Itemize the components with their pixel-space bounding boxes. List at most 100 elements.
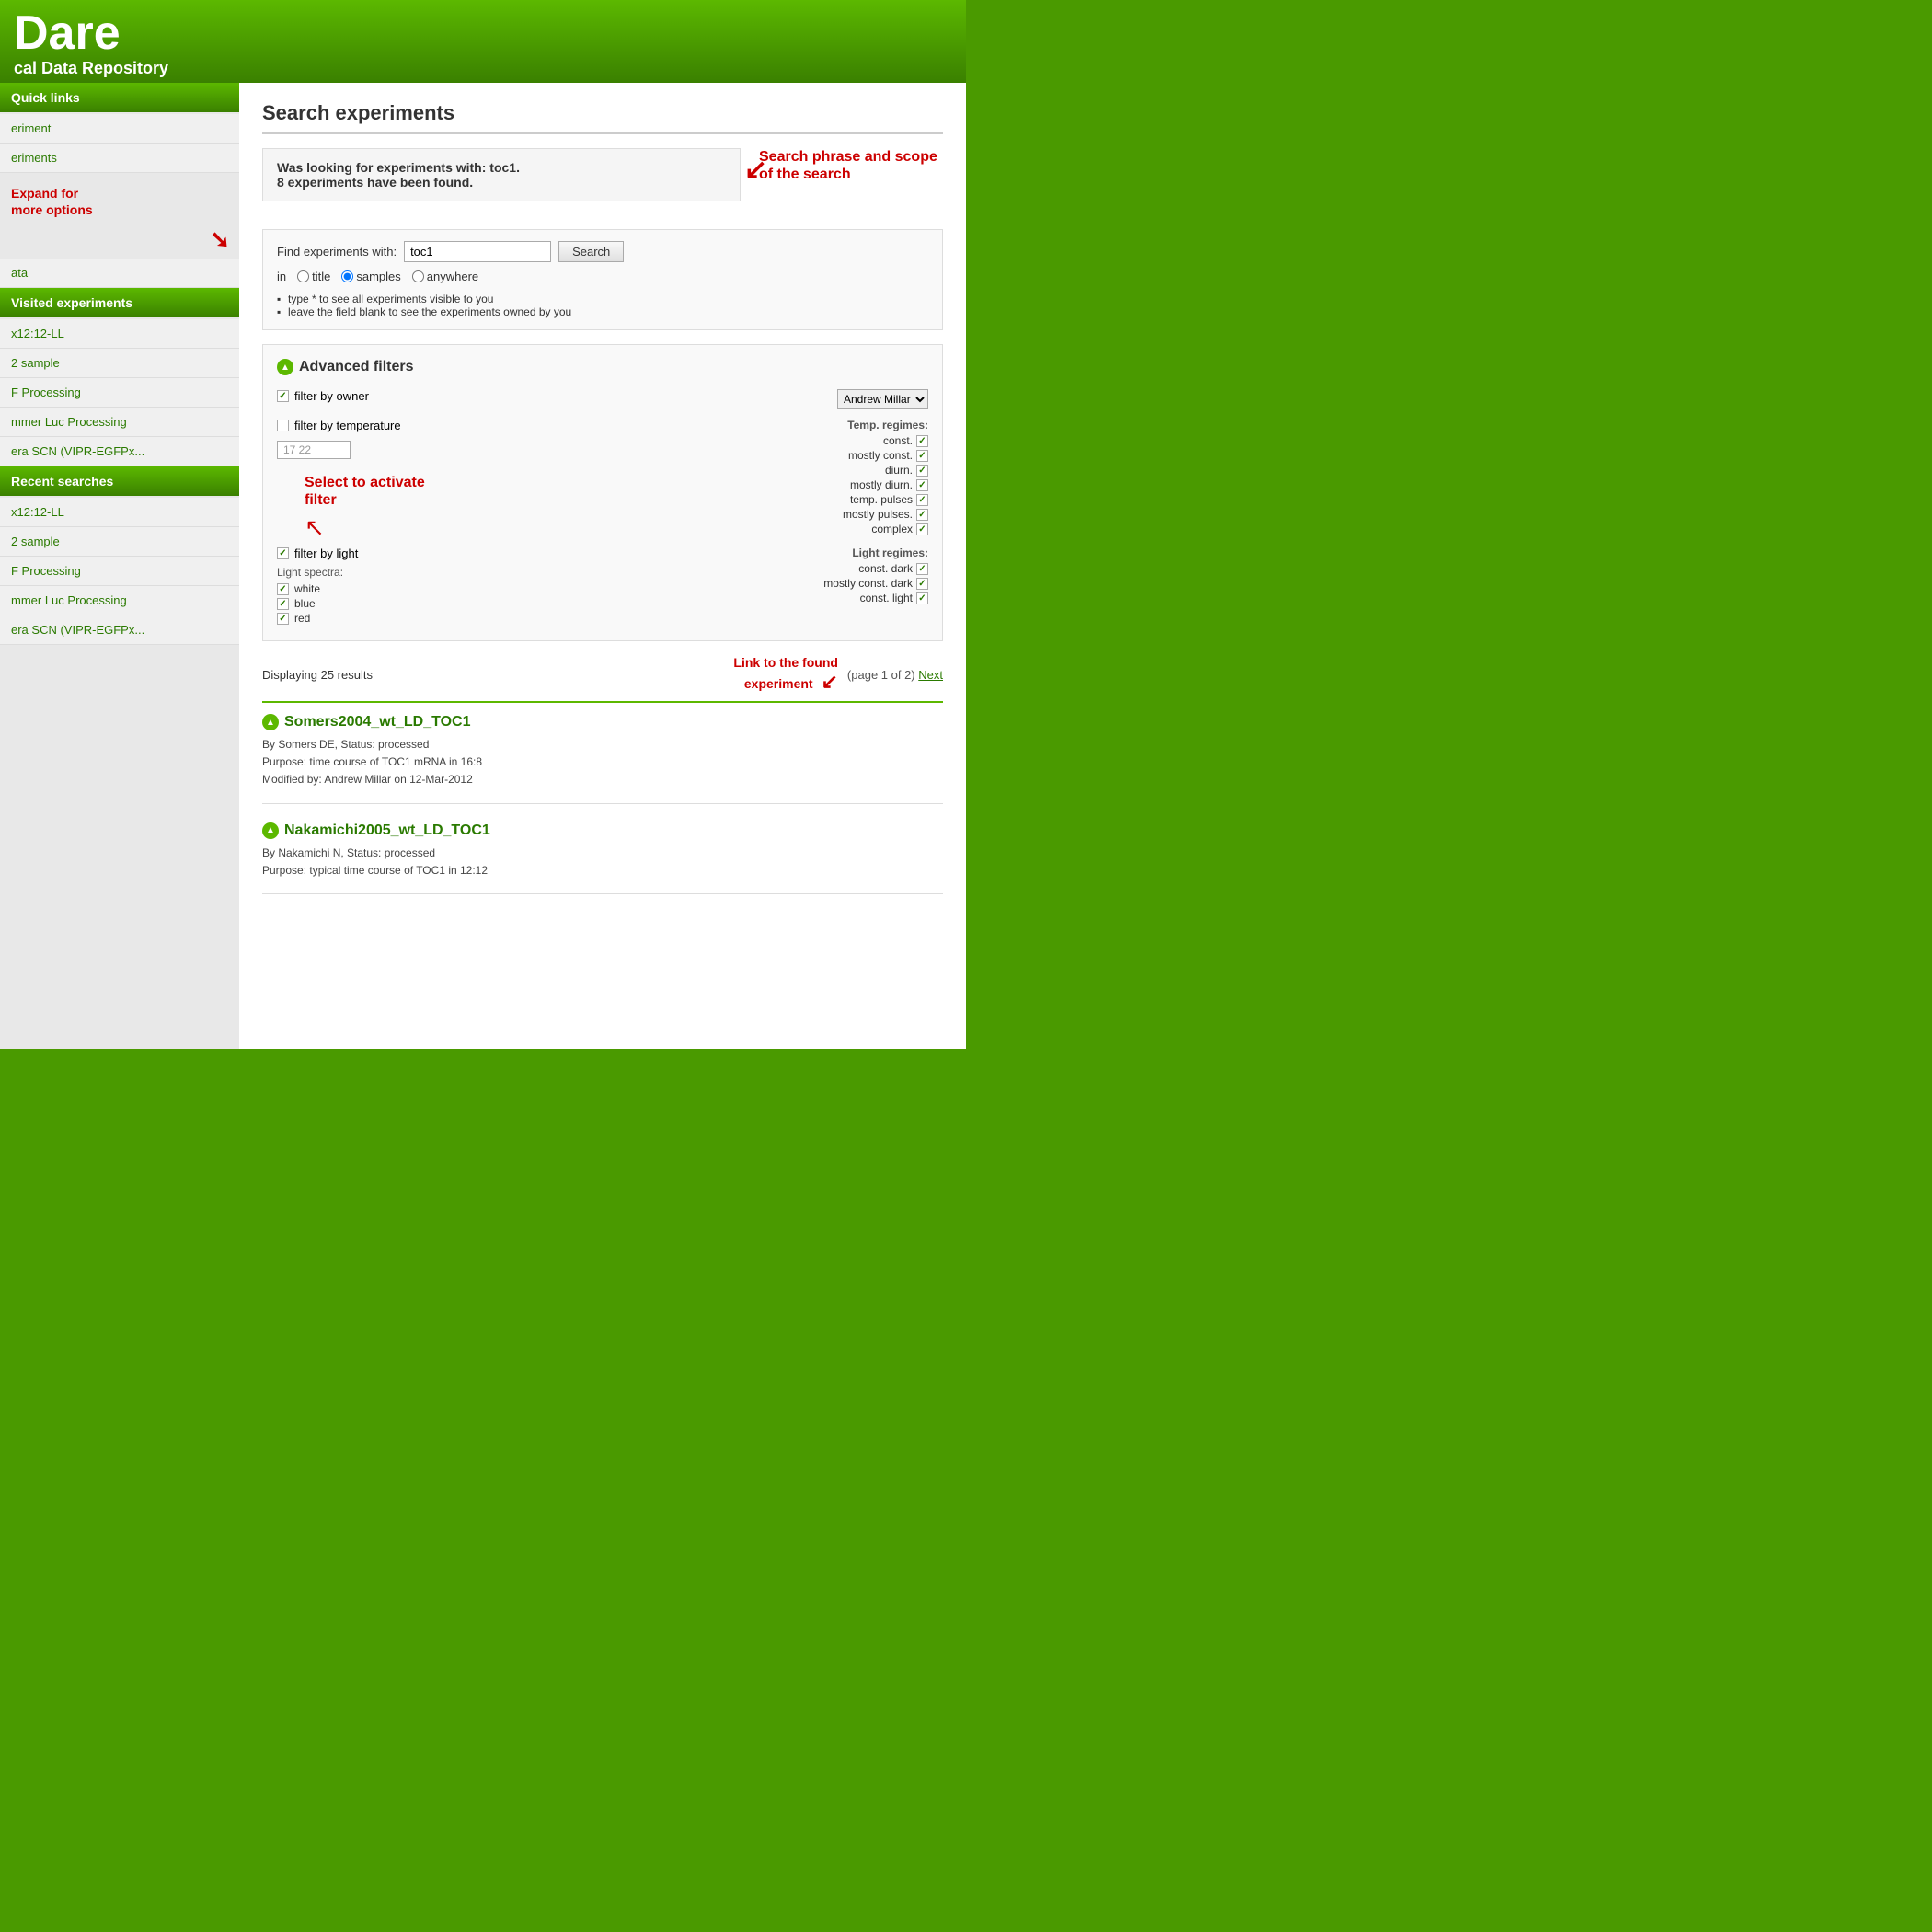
filter-light-checkbox[interactable] [277, 547, 289, 559]
regime-diurn: diurn. [843, 464, 928, 477]
site-subtitle: cal Data Repository [14, 59, 952, 78]
scope-samples-radio[interactable] [341, 270, 353, 282]
experiment-1-expand-icon[interactable]: ▲ [262, 822, 279, 839]
regime-complex-checkbox[interactable] [916, 523, 928, 535]
filter-owner-checkbox[interactable] [277, 390, 289, 402]
expand-arrow: ➘ [0, 225, 239, 254]
spectra-blue-checkbox[interactable] [277, 598, 289, 610]
visited-item-2[interactable]: F Processing [0, 378, 239, 408]
search-info-line2: 8 experiments have been found. [277, 175, 726, 190]
regime-diurn-checkbox[interactable] [916, 465, 928, 477]
hint-2: leave the field blank to see the experim… [277, 305, 928, 318]
light-regime-mostly-const-dark-checkbox[interactable] [916, 578, 928, 590]
header: Dare cal Data Repository [0, 0, 966, 83]
recent-item-1[interactable]: 2 sample [0, 527, 239, 557]
scope-title-radio[interactable] [297, 270, 309, 282]
regime-mostly-pulses: mostly pulses. [843, 508, 928, 521]
sidebar-item-data[interactable]: ata [0, 259, 239, 288]
filter-owner-row: filter by owner Andrew Millar [277, 389, 928, 409]
recent-item-0[interactable]: x12:12-LL [0, 498, 239, 527]
experiment-0-title-link[interactable]: Somers2004_wt_LD_TOC1 [284, 714, 470, 730]
filter-light-left: filter by light Light spectra: white blu… [277, 546, 358, 627]
experiment-result-1: ▲ Nakamichi2005_wt_LD_TOC1 By Nakamichi … [262, 822, 943, 894]
select-annotation: Select to activatefilter [305, 474, 425, 509]
regime-mostly-pulses-checkbox[interactable] [916, 509, 928, 521]
light-regime-const-dark-checkbox[interactable] [916, 563, 928, 575]
search-info-area: Was looking for experiments with: toc1. … [262, 148, 943, 215]
light-regimes-area: Light regimes: const. dark mostly const.… [823, 546, 928, 606]
pagination-area: Link to the foundexperiment ↙ (page 1 of… [733, 655, 943, 694]
spectra-white-checkbox[interactable] [277, 583, 289, 595]
spectra-blue: blue [277, 597, 358, 610]
next-link[interactable]: Next [918, 668, 943, 682]
recent-searches-header: Recent searches [0, 466, 239, 496]
hint-1: type * to see all experiments visible to… [277, 293, 928, 305]
link-annotation-area: Link to the foundexperiment ↙ [733, 655, 838, 694]
recent-item-3[interactable]: mmer Luc Processing [0, 586, 239, 615]
filter-owner-left: filter by owner [277, 389, 369, 403]
scope-title-option[interactable]: title [297, 270, 330, 283]
spectra-red-checkbox[interactable] [277, 613, 289, 625]
advanced-filters: ▲ Advanced filters filter by owner Andre… [262, 344, 943, 641]
search-input[interactable] [404, 241, 551, 262]
visited-item-1[interactable]: 2 sample [0, 349, 239, 378]
filter-owner-label: filter by owner [294, 389, 369, 403]
search-button[interactable]: Search [558, 241, 624, 262]
filter-temp-area: filter by temperature Select to activate… [277, 419, 928, 537]
search-info-box: Was looking for experiments with: toc1. … [262, 148, 741, 201]
sidebar-item-experiments[interactable]: eriments [0, 144, 239, 173]
light-regime-const-dark: const. dark [823, 562, 928, 575]
scope-label: in [277, 270, 286, 283]
experiment-0-meta: By Somers DE, Status: processed Purpose:… [262, 736, 943, 789]
regime-mostly-const: mostly const. [843, 449, 928, 462]
filter-light-checkbox-row: filter by light [277, 546, 358, 560]
spectra-white: white [277, 582, 358, 595]
search-input-row: Find experiments with: Search [277, 241, 928, 262]
scope-row: in title samples anywhere [277, 270, 928, 283]
regime-complex: complex [843, 523, 928, 535]
sidebar: Quick links eriment eriments Expand form… [0, 83, 239, 1049]
filters-expand-icon[interactable]: ▲ [277, 359, 293, 375]
temp-input[interactable] [277, 441, 351, 459]
scope-anywhere-radio[interactable] [412, 270, 424, 282]
regime-mostly-diurn-checkbox[interactable] [916, 479, 928, 491]
sidebar-item-experiment[interactable]: eriment [0, 114, 239, 144]
search-phrase-annotation-area: Search phrase and scope of the search [759, 148, 943, 183]
visited-item-0[interactable]: x12:12-LL [0, 319, 239, 349]
site-title: Dare [14, 9, 952, 57]
filter-temp-left: filter by temperature Select to activate… [277, 419, 401, 459]
filter-temp-checkbox[interactable] [277, 420, 289, 431]
regime-mostly-const-checkbox[interactable] [916, 450, 928, 462]
experiment-title-row-0: ▲ Somers2004_wt_LD_TOC1 [262, 714, 943, 730]
recent-item-2[interactable]: F Processing [0, 557, 239, 586]
owner-select[interactable]: Andrew Millar [837, 389, 928, 409]
search-info-arrow: ↙ [744, 154, 767, 186]
spectra-red: red [277, 612, 358, 625]
expand-annotation: Expand formore options [0, 178, 239, 225]
scope-samples-option[interactable]: samples [341, 270, 400, 283]
regime-temp-pulses-checkbox[interactable] [916, 494, 928, 506]
visited-item-4[interactable]: era SCN (VIPR-EGFPx... [0, 437, 239, 466]
filter-light-label: filter by light [294, 546, 358, 560]
select-annotation-arrow: ↖ [305, 513, 425, 542]
experiment-title-row-1: ▲ Nakamichi2005_wt_LD_TOC1 [262, 822, 943, 839]
pagination-info: (page 1 of 2) Next [847, 668, 943, 682]
regime-mostly-diurn: mostly diurn. [843, 478, 928, 491]
regime-const-checkbox[interactable] [916, 435, 928, 447]
recent-item-4[interactable]: era SCN (VIPR-EGFPx... [0, 615, 239, 645]
light-regime-const-light-checkbox[interactable] [916, 592, 928, 604]
quick-links-header: Quick links [0, 83, 239, 112]
visited-item-3[interactable]: mmer Luc Processing [0, 408, 239, 437]
light-regime-mostly-const-dark: mostly const. dark [823, 577, 928, 590]
temp-regimes-area: Temp. regimes: const. mostly const. diur… [843, 419, 928, 537]
scope-anywhere-option[interactable]: anywhere [412, 270, 478, 283]
results-section: Displaying 25 results Link to the founde… [262, 655, 943, 894]
experiment-result-0: ▲ Somers2004_wt_LD_TOC1 By Somers DE, St… [262, 714, 943, 804]
experiment-1-title-link[interactable]: Nakamichi2005_wt_LD_TOC1 [284, 822, 490, 839]
link-annotation-arrow: ↙ [821, 670, 837, 693]
search-label: Find experiments with: [277, 245, 397, 259]
search-phrase-annotation: Search phrase and scope of the search [759, 148, 943, 183]
owner-select-area: Andrew Millar [837, 389, 928, 409]
experiment-0-expand-icon[interactable]: ▲ [262, 714, 279, 730]
search-form: Find experiments with: Search in title s… [262, 229, 943, 330]
